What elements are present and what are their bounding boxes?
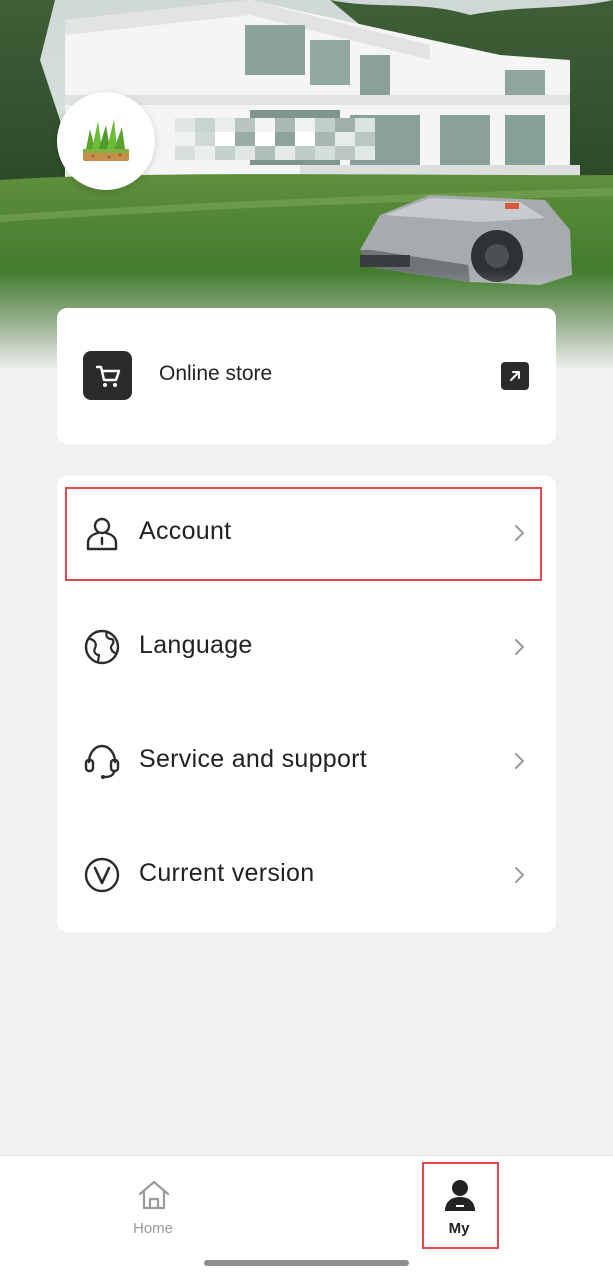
user-icon [445, 1180, 475, 1211]
menu-item-label: Current version [139, 859, 315, 887]
menu-item-account[interactable]: Account [57, 476, 556, 590]
profile-avatar[interactable] [57, 92, 155, 190]
cart-icon [83, 351, 132, 400]
tab-my[interactable]: My [399, 1156, 519, 1246]
menu-item-label: Account [139, 517, 232, 545]
settings-menu: Account Language Service and support Cur… [57, 476, 556, 932]
version-icon [84, 857, 120, 893]
globe-icon [84, 629, 120, 665]
tab-home[interactable]: Home [93, 1156, 213, 1246]
menu-item-service-support[interactable]: Service and support [57, 704, 556, 818]
tab-label: Home [132, 1220, 173, 1237]
username-redacted [175, 118, 375, 160]
person-icon [86, 517, 118, 551]
menu-item-label: Service and support [139, 745, 368, 773]
online-store-row[interactable]: Online store [57, 308, 556, 444]
home-indicator[interactable] [204, 1260, 409, 1266]
chevron-right-icon [515, 525, 524, 541]
online-store-card: Online store [57, 308, 556, 444]
external-link-icon[interactable] [501, 362, 529, 390]
menu-item-language[interactable]: Language [57, 590, 556, 704]
menu-item-label: Language [139, 631, 253, 659]
chevron-right-icon [515, 867, 524, 883]
tab-label: My [448, 1220, 470, 1237]
online-store-label: Online store [159, 362, 273, 385]
headset-icon [84, 744, 120, 779]
home-icon [138, 1180, 170, 1210]
menu-item-current-version[interactable]: Current version [57, 818, 556, 932]
chevron-right-icon [515, 639, 524, 655]
grass-icon [83, 119, 129, 161]
chevron-right-icon [515, 753, 524, 769]
